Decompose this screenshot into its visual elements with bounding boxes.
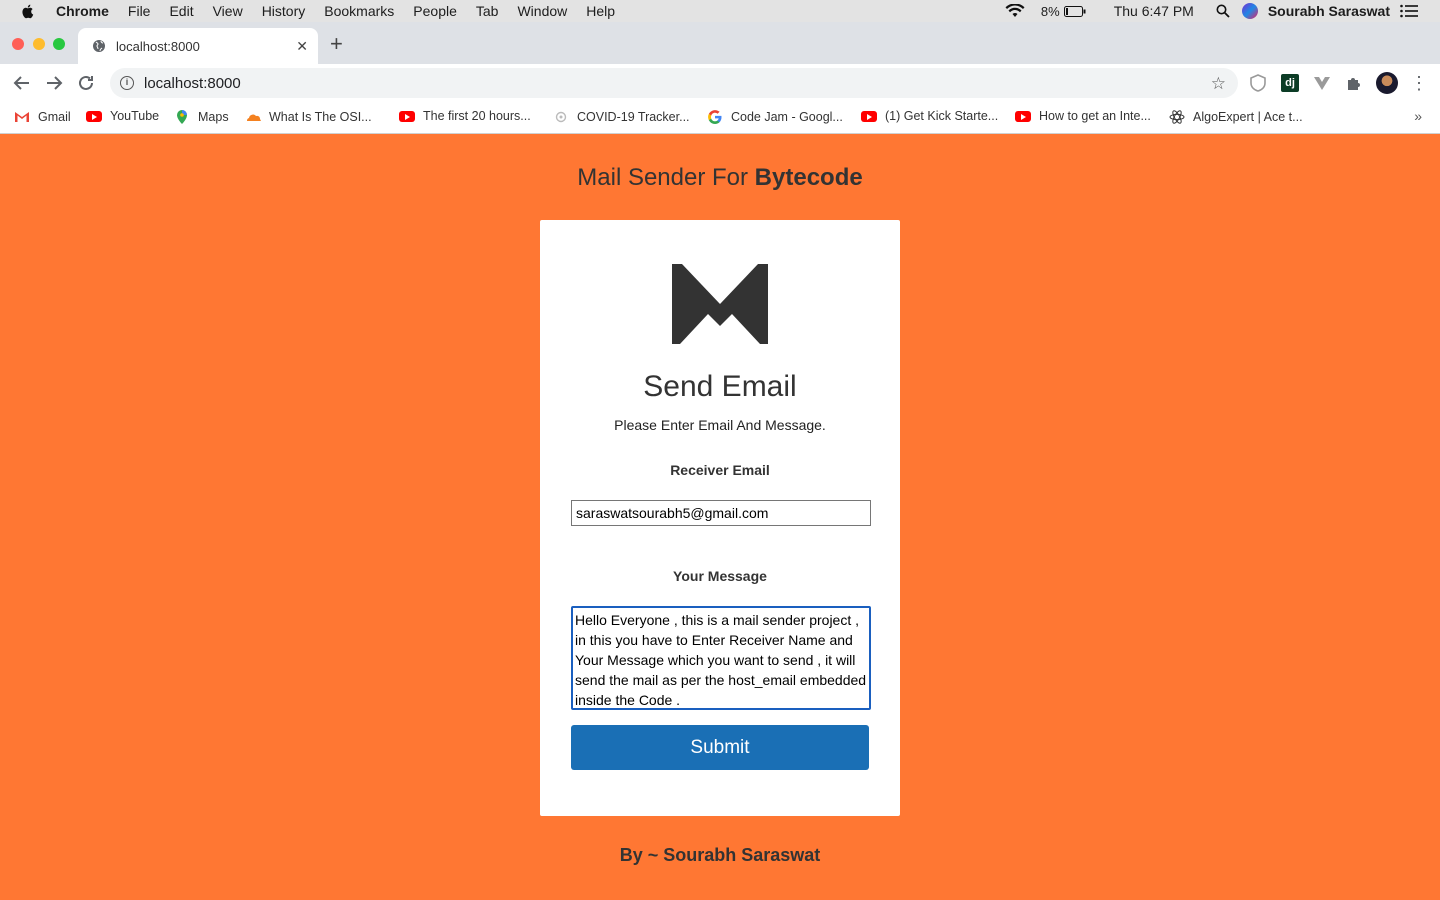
menu-help[interactable]: Help: [586, 3, 615, 19]
bookmark-label: COVID-19 Tracker...: [577, 110, 690, 124]
receiver-email-input[interactable]: [571, 500, 871, 526]
spotlight-search-icon[interactable]: [1216, 4, 1230, 18]
window-zoom-button[interactable]: [53, 38, 65, 50]
menu-window[interactable]: Window: [517, 3, 567, 19]
bookmark-label: What Is The OSI...: [269, 110, 372, 124]
youtube-icon: [399, 110, 415, 122]
vue-devtools-icon[interactable]: [1313, 74, 1331, 92]
youtube-icon: [86, 110, 102, 122]
bookmark-label: How to get an Inte...: [1039, 109, 1151, 123]
new-tab-icon[interactable]: +: [330, 33, 343, 55]
window-close-button[interactable]: [12, 38, 24, 50]
globe-icon: [93, 40, 105, 52]
youtube-icon: [861, 110, 877, 122]
menu-edit[interactable]: Edit: [169, 3, 193, 19]
bookmark-label: AlgoExpert | Ace t...: [1193, 110, 1303, 124]
bookmarks-overflow-icon[interactable]: »: [1414, 108, 1422, 124]
battery-percent: 8%: [1040, 3, 1060, 19]
bookmark-covid-tracker[interactable]: COVID-19 Tracker...: [553, 109, 690, 125]
extensions-puzzle-icon[interactable]: [1345, 74, 1363, 92]
bookmark-maps[interactable]: Maps: [174, 109, 229, 125]
covid-icon: [555, 111, 567, 123]
site-info-icon[interactable]: i: [120, 76, 134, 90]
menu-history[interactable]: History: [262, 3, 306, 19]
message-label: Your Message: [673, 568, 767, 584]
tab-strip: localhost:8000 ✕ +: [0, 22, 1440, 64]
page-title-brand: Bytecode: [754, 164, 863, 191]
page-title: Mail Sender For Bytecode: [0, 164, 1440, 192]
back-arrow-icon[interactable]: [12, 73, 32, 93]
maps-icon: [177, 110, 187, 124]
bookmark-label: (1) Get Kick Starte...: [885, 109, 999, 123]
profile-avatar[interactable]: [1376, 72, 1398, 94]
google-icon: [708, 110, 722, 124]
bookmark-algoexpert[interactable]: AlgoExpert | Ace t...: [1169, 109, 1303, 125]
macos-menubar: Chrome File Edit View History Bookmarks …: [0, 0, 1440, 22]
bookmark-label: YouTube: [110, 109, 160, 123]
bookmark-label: Maps: [198, 110, 229, 124]
tab-close-icon[interactable]: ✕: [296, 38, 308, 55]
page-title-prefix: Mail Sender For: [577, 164, 755, 191]
forward-arrow-icon[interactable]: [44, 73, 64, 93]
browser-toolbar: i localhost:8000 ☆ dj ⋮: [0, 64, 1440, 102]
submit-button[interactable]: Submit: [571, 725, 869, 770]
wifi-icon[interactable]: [1005, 4, 1025, 18]
bookmark-youtube[interactable]: YouTube: [86, 109, 159, 123]
menu-bookmarks[interactable]: Bookmarks: [324, 3, 394, 19]
battery-icon[interactable]: [1063, 5, 1086, 17]
tab-title: localhost:8000: [116, 38, 200, 54]
apple-icon[interactable]: [20, 3, 36, 19]
message-textarea[interactable]: Hello Everyone , this is a mail sender p…: [571, 606, 871, 710]
reload-icon[interactable]: [76, 73, 96, 93]
algoexpert-icon: [1169, 110, 1185, 124]
bookmark-label: The first 20 hours...: [423, 109, 531, 123]
author-footer: By ~ Sourabh Saraswat: [619, 845, 821, 865]
bookmark-label: Code Jam - Googl...: [731, 110, 843, 124]
email-form-card: Send Email Please Enter Email And Messag…: [540, 220, 900, 816]
menu-view[interactable]: View: [213, 3, 243, 19]
envelope-icon: [672, 264, 768, 344]
menu-people[interactable]: People: [413, 3, 457, 19]
address-bar[interactable]: i localhost:8000 ☆: [110, 68, 1238, 98]
bookmark-code-jam[interactable]: Code Jam - Googl...: [707, 109, 843, 125]
gmail-icon: [15, 112, 29, 122]
menubar-user-name[interactable]: Sourabh Saraswat: [1268, 3, 1390, 19]
cloudflare-icon: [246, 114, 261, 121]
siri-icon[interactable]: [1241, 3, 1258, 19]
window-minimize-button[interactable]: [33, 38, 45, 50]
bookmark-internship[interactable]: How to get an Inte...: [1015, 109, 1151, 123]
bookmark-osi[interactable]: What Is The OSI...: [245, 109, 372, 125]
menu-app-name[interactable]: Chrome: [56, 3, 109, 19]
menu-tab[interactable]: Tab: [476, 3, 499, 19]
django-extension-icon[interactable]: dj: [1281, 74, 1299, 92]
form-instructions: Please Enter Email And Message.: [614, 417, 826, 433]
receiver-email-label: Receiver Email: [670, 462, 770, 478]
bookmark-kick-start[interactable]: (1) Get Kick Starte...: [861, 109, 998, 123]
bookmarks-bar: Gmail YouTube Maps What Is The OSI... Th…: [0, 102, 1440, 134]
browser-tab-active[interactable]: localhost:8000 ✕: [78, 28, 318, 64]
form-heading: Send Email: [643, 370, 797, 403]
bookmark-label: Gmail: [38, 110, 71, 124]
control-center-list-icon[interactable]: [1400, 4, 1418, 18]
bookmark-first-20-hours[interactable]: The first 20 hours...: [399, 109, 531, 123]
chrome-menu-icon[interactable]: ⋮: [1410, 74, 1428, 92]
shield-extension-icon[interactable]: [1249, 74, 1267, 92]
address-url[interactable]: localhost:8000: [144, 75, 241, 92]
bookmark-gmail[interactable]: Gmail: [14, 109, 71, 125]
menubar-clock[interactable]: Thu 6:47 PM: [1114, 3, 1194, 19]
youtube-icon: [1015, 110, 1031, 122]
bookmark-star-icon[interactable]: ☆: [1211, 74, 1226, 94]
menu-file[interactable]: File: [128, 3, 151, 19]
